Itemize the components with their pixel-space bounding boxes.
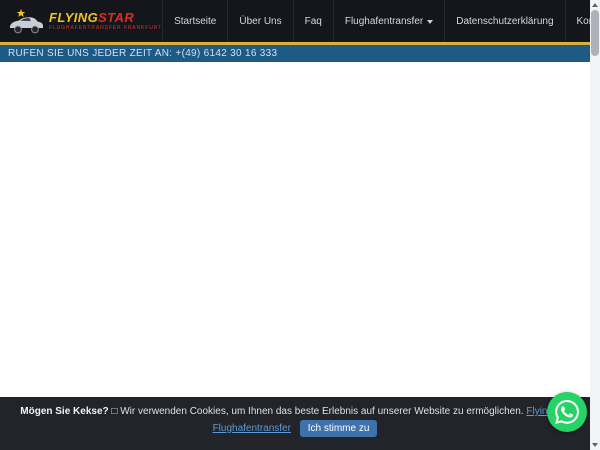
- scroll-down-arrow[interactable]: [590, 440, 600, 450]
- phone-info-bar: RUFEN SIE UNS JEDER ZEIT AN: +(49) 6142 …: [0, 45, 590, 62]
- brand-name: FLYINGSTAR: [49, 11, 162, 24]
- nav-item-ueber-uns[interactable]: Über Uns: [227, 0, 292, 42]
- scroll-up-arrow[interactable]: [590, 0, 600, 10]
- nav-item-flughafentransfer[interactable]: Flughafentransfer: [333, 0, 444, 42]
- car-star-icon: [8, 8, 44, 34]
- brand-name-part2: STAR: [98, 10, 134, 25]
- page: FLYINGSTAR FLUGHAFENTRANSFER FRANKFURT S…: [0, 0, 590, 450]
- chevron-down-icon: [427, 20, 433, 24]
- cookie-message: Wir verwenden Cookies, um Ihnen das best…: [120, 406, 523, 417]
- whatsapp-icon: [555, 400, 579, 424]
- brand-tagline: FLUGHAFENTRANSFER FRANKFURT: [49, 26, 162, 31]
- cookie-consent-banner: Mögen Sie Kekse? □ Wir verwenden Cookies…: [0, 397, 590, 450]
- nav-item-datenschutzerklaerung[interactable]: Datenschutzerklärung: [444, 0, 564, 42]
- brand-name-part1: FLYING: [49, 10, 98, 25]
- nav-item-startseite[interactable]: Startseite: [162, 0, 227, 42]
- site-header: FLYINGSTAR FLUGHAFENTRANSFER FRANKFURT S…: [0, 0, 590, 45]
- cookie-link-flughafentransfer[interactable]: Flughafentransfer: [213, 423, 291, 434]
- vertical-scrollbar[interactable]: [590, 0, 600, 450]
- main-nav: Startseite Über Uns Faq Flughafentransfe…: [162, 0, 600, 42]
- whatsapp-button[interactable]: [547, 392, 587, 432]
- cookie-title: Mögen Sie Kekse?: [20, 406, 108, 417]
- phone-info-text: RUFEN SIE UNS JEDER ZEIT AN: +(49) 6142 …: [8, 48, 277, 59]
- cookie-emoji-placeholder: □: [111, 406, 117, 417]
- scrollbar-thumb[interactable]: [591, 10, 599, 56]
- main-content: [0, 62, 590, 397]
- cookie-accept-button[interactable]: Ich stimme zu: [300, 420, 378, 437]
- brand-logo[interactable]: FLYINGSTAR FLUGHAFENTRANSFER FRANKFURT: [0, 8, 162, 34]
- nav-item-faq[interactable]: Faq: [293, 0, 333, 42]
